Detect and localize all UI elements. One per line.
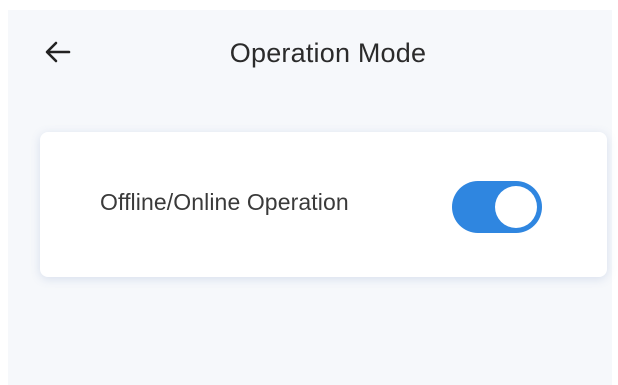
header-bar: Operation Mode <box>8 10 612 90</box>
toggle-knob <box>495 186 537 228</box>
settings-card: Offline/Online Operation <box>40 132 607 277</box>
back-button[interactable] <box>38 32 78 72</box>
arrow-left-icon <box>45 41 71 63</box>
page-title: Operation Mode <box>229 38 427 68</box>
app-screen: Operation Mode Offline/Online Operation <box>8 10 612 385</box>
offline-online-toggle[interactable] <box>452 181 542 233</box>
offline-online-label: Offline/Online Operation <box>100 189 349 215</box>
